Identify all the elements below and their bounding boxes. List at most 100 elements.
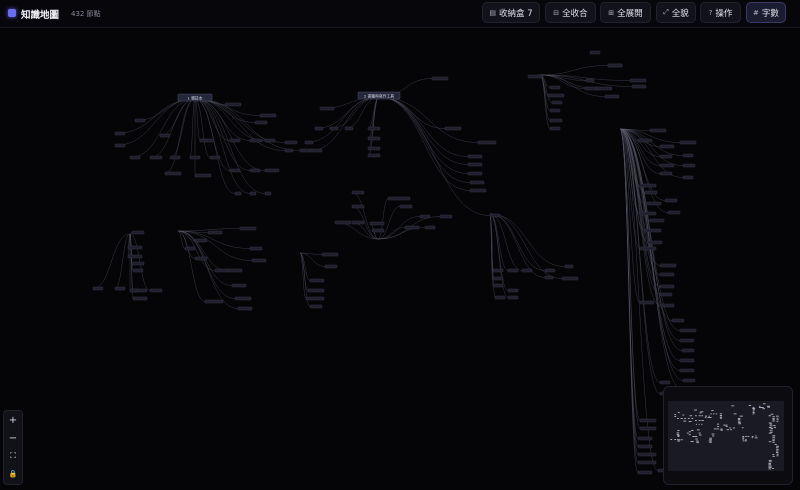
graph-node[interactable] — [521, 268, 533, 273]
graph-node[interactable] — [659, 163, 675, 168]
graph-node[interactable] — [369, 221, 385, 226]
collapse-all-button[interactable]: ⊟ 全收合 — [545, 2, 596, 23]
graph-node[interactable] — [92, 286, 104, 291]
graph-node[interactable] — [659, 171, 673, 176]
graph-node[interactable] — [659, 292, 673, 297]
graph-node[interactable] — [259, 113, 277, 118]
graph-node[interactable] — [254, 120, 268, 125]
graph-node[interactable] — [659, 303, 675, 308]
graph-node[interactable] — [639, 183, 657, 188]
graph-node[interactable] — [681, 348, 695, 353]
graph-node[interactable] — [189, 155, 201, 160]
graph-node[interactable] — [549, 118, 563, 123]
graph-node[interactable] — [264, 138, 276, 143]
graph-node[interactable] — [637, 138, 653, 143]
graph-node[interactable] — [585, 78, 595, 83]
graph-node[interactable] — [134, 118, 146, 123]
graph-node[interactable] — [329, 126, 339, 131]
graph-node[interactable] — [492, 283, 504, 288]
zoom-out-button[interactable]: − — [4, 429, 22, 447]
graph-node[interactable] — [194, 238, 208, 243]
graph-node[interactable] — [639, 426, 657, 431]
graph-node[interactable] — [639, 300, 655, 305]
graph-node[interactable] — [489, 213, 501, 218]
graph-node[interactable] — [404, 225, 420, 230]
graph-node[interactable] — [234, 296, 252, 301]
graph-node[interactable] — [527, 74, 543, 79]
graph-node[interactable] — [367, 146, 381, 151]
graph-node[interactable] — [682, 163, 696, 168]
minimap[interactable] — [663, 386, 793, 485]
graph-node[interactable] — [231, 283, 247, 288]
graph-node[interactable] — [507, 288, 519, 293]
graph-node[interactable] — [639, 246, 657, 251]
graph-node[interactable] — [199, 138, 215, 143]
graph-node[interactable] — [644, 190, 658, 195]
graph-node[interactable] — [249, 191, 257, 196]
graph-node[interactable] — [659, 380, 671, 385]
graph-node[interactable] — [127, 254, 143, 259]
graph-node[interactable] — [131, 230, 145, 235]
help-button[interactable]: ? 操作 — [700, 2, 741, 23]
graph-node[interactable] — [367, 153, 381, 158]
graph-node[interactable] — [399, 204, 413, 209]
graph-node[interactable] — [131, 261, 145, 266]
graph-node[interactable] — [467, 162, 483, 167]
graph-node[interactable] — [249, 138, 263, 143]
graph-node[interactable] — [679, 140, 697, 145]
graph-node[interactable] — [494, 295, 506, 300]
graph-node[interactable] — [431, 76, 449, 81]
graph-node[interactable] — [309, 278, 325, 283]
graph-node[interactable] — [639, 211, 657, 216]
graph-node[interactable] — [549, 85, 561, 90]
graph-node[interactable] — [207, 230, 223, 235]
graph-node[interactable] — [507, 268, 519, 273]
graph-node[interactable] — [229, 138, 241, 143]
graph-node[interactable] — [649, 218, 665, 223]
graph-node[interactable] — [321, 252, 339, 257]
graph-node[interactable] — [367, 126, 381, 131]
graph-node[interactable] — [659, 284, 675, 289]
graph-node[interactable] — [544, 275, 554, 280]
graph-node[interactable] — [492, 276, 504, 281]
graph-node[interactable] — [679, 328, 697, 333]
graph-node[interactable] — [229, 168, 241, 173]
graph-node[interactable] — [664, 198, 678, 203]
graph-node[interactable] — [249, 168, 261, 173]
graph-node[interactable] — [309, 304, 323, 309]
graph-node[interactable] — [127, 245, 143, 250]
graph-node[interactable] — [659, 154, 673, 159]
graph-node[interactable] — [114, 286, 126, 291]
graph-node[interactable] — [159, 133, 171, 138]
graph-node[interactable] — [204, 299, 224, 304]
fit-screen-button[interactable]: ⛶ — [4, 447, 22, 465]
graph-node[interactable] — [492, 268, 504, 273]
graph-node[interactable] — [307, 288, 325, 293]
graph-node[interactable] — [239, 226, 257, 231]
graph-node[interactable] — [637, 436, 653, 441]
graph-node[interactable] — [251, 258, 267, 263]
graph-node[interactable] — [419, 214, 431, 219]
graph-node[interactable] — [467, 171, 483, 176]
graph-node[interactable] — [224, 102, 242, 107]
graph-node[interactable] — [237, 306, 253, 311]
graph-node[interactable] — [604, 94, 620, 99]
inbox-button[interactable]: ▤ 收納盒 7 — [482, 2, 540, 23]
graph-node[interactable] — [561, 276, 579, 281]
lock-button[interactable]: 🔒 — [4, 465, 22, 483]
graph-node[interactable] — [547, 93, 565, 98]
graph-node[interactable] — [595, 86, 613, 91]
graph-node[interactable] — [564, 264, 574, 269]
graph-node[interactable] — [631, 84, 647, 89]
graph-node[interactable] — [387, 196, 411, 201]
graph-node[interactable] — [129, 288, 139, 293]
graph-node[interactable] — [194, 256, 208, 261]
graph-node[interactable] — [169, 155, 181, 160]
graph-node[interactable] — [469, 180, 485, 185]
graph-node[interactable] — [209, 155, 221, 160]
graph-node[interactable] — [184, 246, 196, 251]
graph-node[interactable] — [637, 460, 657, 465]
graph-node[interactable] — [344, 126, 354, 131]
graph-node[interactable] — [309, 148, 323, 153]
graph-node[interactable] — [132, 296, 148, 301]
